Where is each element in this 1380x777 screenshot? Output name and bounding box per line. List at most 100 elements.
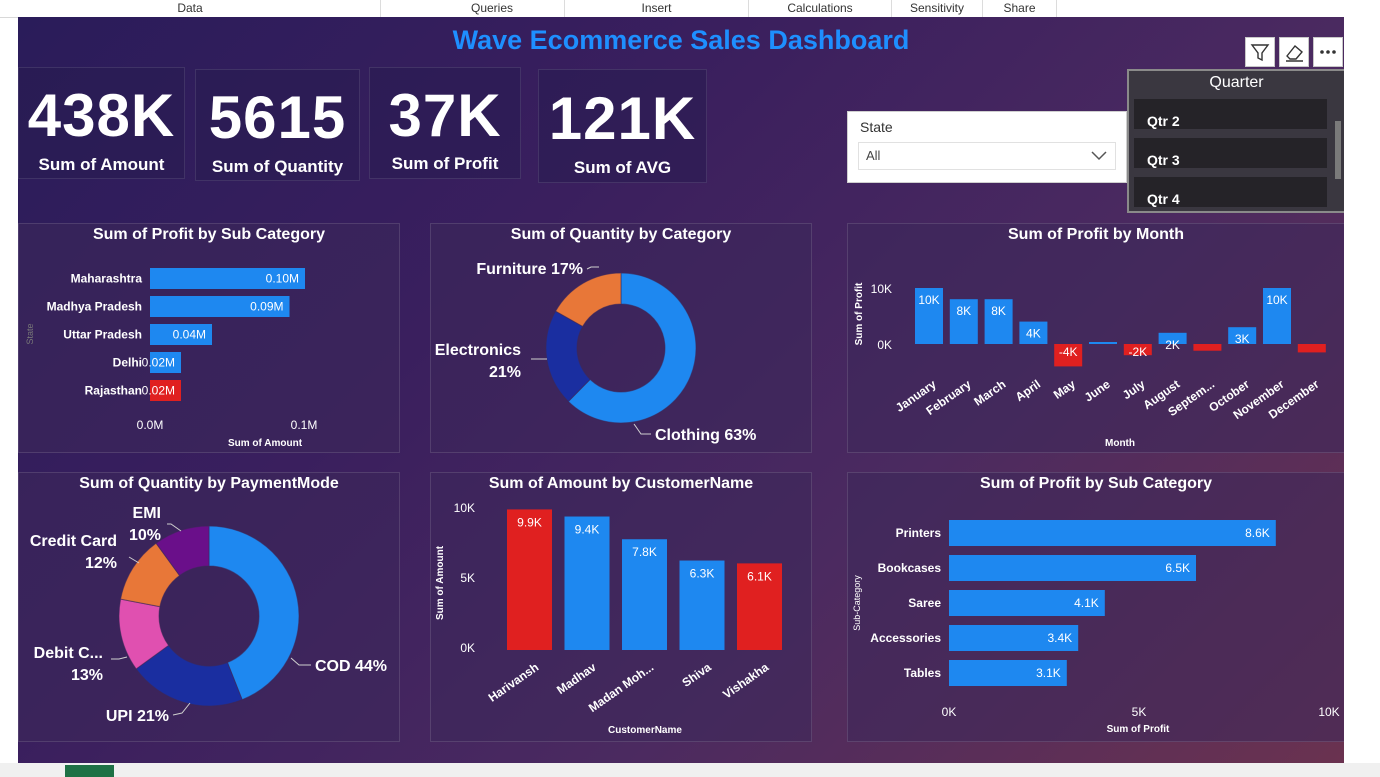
data-label: 3K <box>1235 332 1250 346</box>
menu-calculations[interactable]: Calculations <box>749 0 892 17</box>
chart-svg: Printers 8.6K Bookcases 6.5K Saree 4.1K Access… <box>852 520 1340 735</box>
y-tick-label: 10K <box>871 282 892 296</box>
menu-data[interactable]: Data <box>0 0 381 17</box>
menu-queries[interactable]: Queries <box>420 0 565 17</box>
menu-sensitivity[interactable]: Sensitivity <box>892 0 983 17</box>
y-tick-label: 5K <box>460 571 475 585</box>
category-label: Madhya Pradesh <box>47 300 142 314</box>
state-slicer-label: State <box>860 119 893 135</box>
data-label: 10K <box>1266 293 1287 307</box>
quarter-item-qtr2[interactable]: Qtr 2 <box>1134 99 1327 129</box>
menu-share[interactable]: Share <box>983 0 1057 17</box>
x-tick-label: Vishakha <box>720 660 771 702</box>
eraser-icon <box>1286 44 1303 62</box>
slice-label: EMI <box>133 505 161 522</box>
filter-button[interactable] <box>1245 37 1275 67</box>
x-tick-label: 0.1M <box>291 418 318 432</box>
data-label: 0.02M <box>142 384 175 398</box>
leader-line <box>586 266 599 270</box>
bar <box>564 516 610 650</box>
quarter-item-qtr3[interactable]: Qtr 3 <box>1134 138 1327 168</box>
kpi-card-profit[interactable]: 37K Sum of Profit <box>369 67 521 179</box>
kpi-label: Sum of AVG <box>573 158 672 177</box>
kpi-label: Sum of Amount <box>38 155 165 174</box>
data-label: 7.8K <box>632 545 657 559</box>
x-tick-label: Harivansh <box>486 660 542 705</box>
data-label: 8K <box>991 304 1006 318</box>
leader-line <box>172 702 191 716</box>
right-margin <box>1344 17 1380 763</box>
x-tick-label: 0.0M <box>137 418 164 432</box>
data-label: 0.09M <box>250 300 283 314</box>
x-tick-label: 0K <box>942 705 957 719</box>
quantity-by-paymentmode-chart[interactable]: Sum of Quantity by PaymentMode COD 44% UP… <box>18 472 400 742</box>
y-axis-label: Sub-Category <box>852 575 862 631</box>
clear-selections-button[interactable] <box>1279 37 1309 67</box>
x-tick-label: June <box>1082 377 1113 405</box>
chart-svg: COD 44% UPI 21% Debit C... 13% Credit Card 12… <box>30 505 387 725</box>
chart-svg: Clothing 63% Electronics 21% Furniture 17% <box>435 261 757 444</box>
profit-by-state-chart[interactable]: Sum of Profit by Sub Category Maharashtr… <box>18 223 400 453</box>
data-label: 0.02M <box>142 356 175 370</box>
data-label: 10K <box>918 293 939 307</box>
slice-label: Credit Card <box>30 533 117 550</box>
sheet-tab[interactable] <box>65 765 114 777</box>
report-canvas: Wave Ecommerce Sales Dashboard 438K Sum … <box>18 17 1344 763</box>
profit-by-month-chart[interactable]: Sum of Profit by Month 10K January 8K Febru… <box>847 223 1344 453</box>
data-label: 4.1K <box>1074 596 1099 610</box>
kpi-label: Sum of Quantity <box>211 157 344 176</box>
x-axis-label: Month <box>1105 438 1135 449</box>
x-tick-label: 10K <box>1318 705 1339 719</box>
kpi-value: 5615 <box>208 84 347 151</box>
quarter-slicer-title: Quarter <box>1209 74 1264 91</box>
bar <box>1297 344 1326 353</box>
leader-line <box>290 657 311 666</box>
data-label: 3.1K <box>1036 666 1061 680</box>
y-tick-label: 0K <box>877 338 892 352</box>
slice-pct: 13% <box>71 667 103 684</box>
state-dropdown[interactable]: All <box>858 142 1116 170</box>
category-label: Bookcases <box>878 561 942 575</box>
kpi-card-amount[interactable]: 438K Sum of Amount <box>18 67 185 179</box>
quarter-item-label: Qtr 2 <box>1147 113 1180 129</box>
more-options-icon <box>1320 50 1336 54</box>
profit-by-subcategory-chart[interactable]: Sum of Profit by Sub Category Printers 8.… <box>847 472 1344 742</box>
y-tick-label: 0K <box>460 641 475 655</box>
data-label: 3.4K <box>1048 631 1073 645</box>
data-label: 6.1K <box>747 569 772 583</box>
data-label: -2K <box>1128 345 1147 359</box>
x-tick-label: 5K <box>1132 705 1147 719</box>
x-axis-label: Sum of Profit <box>1107 724 1170 735</box>
slicer-scrollbar[interactable] <box>1335 121 1341 179</box>
category-label: Rajasthan <box>85 384 142 398</box>
amount-by-customer-chart[interactable]: Sum of Amount by CustomerName 9.9K Hariva… <box>430 472 812 742</box>
bar <box>1193 344 1222 351</box>
category-label: Tables <box>904 666 941 680</box>
slice-pct: 21% <box>489 364 521 381</box>
quarter-item-qtr4[interactable]: Qtr 4 <box>1134 177 1327 207</box>
quantity-by-category-chart[interactable]: Sum of Quantity by Category Clothing 63%… <box>430 223 812 453</box>
category-label: Delhi <box>113 356 142 370</box>
status-strip <box>0 763 1380 777</box>
state-slicer: State All <box>847 111 1127 183</box>
y-axis-label: State <box>25 323 35 344</box>
chart-svg: 10KJanuary8KFebruary8KMarch4KApril-4KMay… <box>854 282 1326 449</box>
quarter-item-label: Qtr 4 <box>1147 191 1180 207</box>
x-tick-label: April <box>1013 377 1043 404</box>
x-tick-label: Madhav <box>554 660 599 697</box>
chart-svg: 9.9K Harivansh 9.4K Madhav 7.8K Madan Moh... 6… <box>435 501 782 736</box>
data-label: 0.04M <box>173 328 206 342</box>
kpi-card-avg[interactable]: 121K Sum of AVG <box>538 69 707 183</box>
category-label: Printers <box>896 526 942 540</box>
menu-insert[interactable]: Insert <box>565 0 749 17</box>
leader-line <box>167 523 182 532</box>
chart-svg: Maharashtra 0.10M Madhya Pradesh 0.09M Uttar… <box>25 268 318 449</box>
kpi-card-quantity[interactable]: 5615 Sum of Quantity <box>195 69 360 181</box>
slice-label: Clothing 63% <box>655 427 756 444</box>
more-options-button[interactable] <box>1313 37 1343 67</box>
category-label: Maharashtra <box>71 272 143 286</box>
filter-icon <box>1250 44 1270 62</box>
data-label: 9.9K <box>517 515 542 529</box>
x-axis-label: CustomerName <box>608 725 682 736</box>
kpi-label: Sum of Profit <box>391 154 499 173</box>
